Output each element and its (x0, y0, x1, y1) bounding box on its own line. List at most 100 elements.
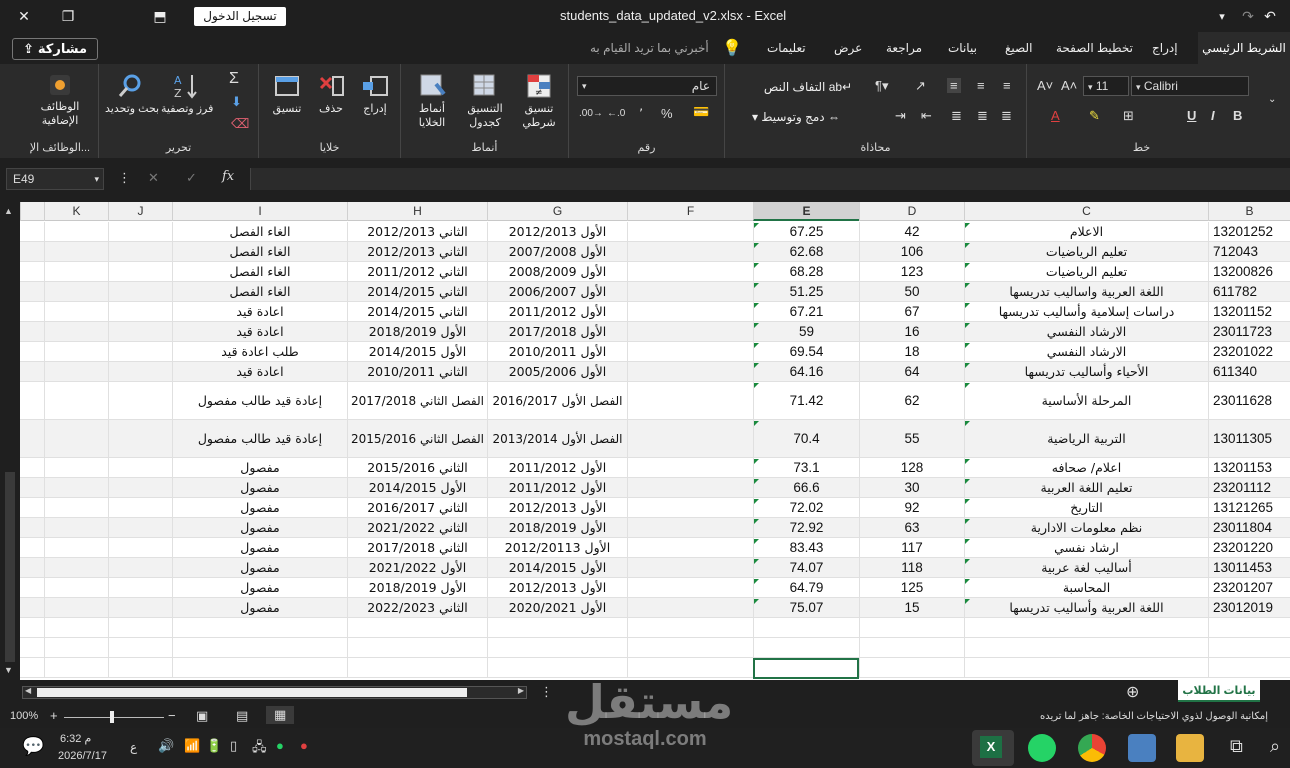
cell-J[interactable] (108, 362, 172, 381)
cell-B[interactable]: 13121265 (1208, 498, 1290, 517)
table-row[interactable]: طلب اعادة قيد الأول 2014/2015 الأول 2010/2… (20, 342, 1290, 362)
cell-G[interactable]: الأول 2014/2015 (487, 558, 627, 577)
zoom-level[interactable]: 100% (10, 710, 38, 722)
cell-D[interactable] (859, 658, 964, 677)
increase-decimal-icon[interactable]: .00→ (579, 108, 603, 119)
qat-customize-icon[interactable]: ▾ (1210, 4, 1234, 28)
error-indicator-icon[interactable] (754, 243, 759, 248)
cell-C[interactable]: ارشاد نفسي (964, 538, 1208, 557)
borders-icon[interactable]: ⊞ (1123, 108, 1134, 124)
underline-button[interactable]: U (1187, 108, 1196, 123)
conditional-formatting-button[interactable]: ≠ تنسيق شرطي (513, 72, 565, 130)
cell-K[interactable] (44, 578, 108, 597)
cell-J[interactable] (108, 618, 172, 637)
error-indicator-icon[interactable] (965, 223, 970, 228)
error-indicator-icon[interactable] (965, 263, 970, 268)
column-header-H[interactable]: H (347, 202, 487, 221)
cell-K[interactable] (44, 518, 108, 537)
cell-K[interactable] (44, 222, 108, 241)
cell-E[interactable]: 75.07 (753, 598, 859, 617)
table-row[interactable]: إعادة قيد طالب مفصول الفصل الثاني 2017/20… (20, 382, 1290, 420)
task-view-icon[interactable]: ⧉ (1230, 736, 1243, 757)
column-header-E[interactable]: E (753, 202, 859, 221)
cell-K[interactable] (44, 282, 108, 301)
format-as-table-button[interactable]: التنسيق كجدول (459, 72, 511, 130)
cell-I[interactable] (172, 658, 347, 677)
cell-I[interactable]: الغاء الفصل (172, 242, 347, 261)
cell-F[interactable] (627, 362, 753, 381)
cell-B[interactable]: 23011628 (1208, 382, 1290, 419)
cell-E[interactable]: 83.43 (753, 538, 859, 557)
ribbon-expand-icon[interactable]: ⌄ (1268, 94, 1276, 105)
cell-H[interactable]: الثاني 2014/2015 (347, 282, 487, 301)
italic-button[interactable]: I (1211, 108, 1215, 123)
more-sheets-icon[interactable]: ⋮ (540, 684, 553, 700)
table-row[interactable]: مفصول الثاني 2021/2022 الأول 2018/2019 72.9… (20, 518, 1290, 538)
font-size-select[interactable]: ▾ 11 (1083, 76, 1129, 96)
cell-J[interactable] (108, 558, 172, 577)
cell-H[interactable]: الثاني 2021/2022 (347, 518, 487, 537)
cell-E[interactable]: 51.25 (753, 282, 859, 301)
cell-D[interactable] (859, 618, 964, 637)
cell-J[interactable] (108, 242, 172, 261)
close-window-button[interactable]: ✕ (4, 4, 44, 28)
column-header-G[interactable]: G (487, 202, 627, 221)
error-indicator-icon[interactable] (754, 479, 759, 484)
cell-G[interactable]: الأول 2011/2012 (487, 478, 627, 497)
cell-C[interactable]: أساليب لغة عربية (964, 558, 1208, 577)
merge-center-button[interactable]: ▾ دمج وتوسيط ⇔ (739, 110, 853, 124)
cell-H[interactable]: الثاني 2010/2011 (347, 362, 487, 381)
table-row[interactable]: مفصول الثاني 2015/2016 الأول 2011/2012 73.1… (20, 458, 1290, 478)
cell-C[interactable]: تعليم اللغة العربية (964, 478, 1208, 497)
increase-indent-icon[interactable]: ⇥ (895, 108, 906, 124)
error-indicator-icon[interactable] (754, 263, 759, 268)
cell-G[interactable]: الأول 2011/2012 (487, 458, 627, 477)
cell-E[interactable] (753, 618, 859, 637)
error-indicator-icon[interactable] (965, 599, 970, 604)
cell-C[interactable]: دراسات إسلامية وأساليب تدريسها (964, 302, 1208, 321)
cell-G[interactable]: الأول 2005/2006 (487, 362, 627, 381)
cell-F[interactable] (627, 478, 753, 497)
cell-I[interactable]: الغاء الفصل (172, 262, 347, 281)
cell-K[interactable] (44, 342, 108, 361)
cell-J[interactable] (108, 518, 172, 537)
cell-D[interactable]: 55 (859, 420, 964, 457)
cell-I[interactable]: اعادة قيد (172, 362, 347, 381)
highlight-color-icon[interactable]: ✎ (1089, 108, 1100, 124)
tab-formulas[interactable]: الصيغ (1005, 41, 1032, 55)
cancel-entry-icon[interactable]: ✕ (148, 170, 159, 186)
file-explorer-taskbar-icon[interactable] (1176, 734, 1204, 762)
cell-F[interactable] (627, 558, 753, 577)
cell-D[interactable]: 63 (859, 518, 964, 537)
cell-H[interactable]: الثاني 2016/2017 (347, 498, 487, 517)
cell-E[interactable]: 64.79 (753, 578, 859, 597)
zoom-in-icon[interactable]: + (50, 708, 58, 723)
sheet-tab-students[interactable]: بيانات الطلاب (1178, 680, 1260, 702)
cell-I[interactable]: مفصول (172, 598, 347, 617)
cell-G[interactable] (487, 638, 627, 657)
tab-home[interactable]: الشريط الرئيسي (1198, 32, 1290, 64)
text-direction-icon[interactable]: ¶▾ (875, 78, 889, 94)
cell-G[interactable]: الأول 2007/2008 (487, 242, 627, 261)
error-indicator-icon[interactable] (754, 539, 759, 544)
align-left-icon[interactable]: ≣ (951, 108, 962, 124)
currency-icon[interactable]: 💳 (693, 104, 709, 120)
cell-K[interactable] (44, 420, 108, 457)
column-header-I[interactable]: I (172, 202, 347, 221)
formula-input[interactable] (250, 168, 1290, 190)
cell-E[interactable]: 64.16 (753, 362, 859, 381)
cell-J[interactable] (108, 578, 172, 597)
percent-style-button[interactable]: % (661, 106, 673, 121)
cell-C[interactable]: نظم معلومات الادارية (964, 518, 1208, 537)
whatsapp-tray-icon[interactable]: ● (276, 738, 284, 753)
cell-E[interactable]: 70.4 (753, 420, 859, 457)
empty-row[interactable] (20, 638, 1290, 658)
font-name-select[interactable]: ▾ Calibri (1131, 76, 1249, 96)
empty-row[interactable] (20, 618, 1290, 638)
cell-H[interactable]: الأول 2018/2019 (347, 578, 487, 597)
error-indicator-icon[interactable] (754, 421, 759, 426)
cell-D[interactable]: 62 (859, 382, 964, 419)
clock-date[interactable]: 2026/7/17 (58, 750, 107, 762)
page-break-view-icon[interactable]: ▣ (196, 708, 208, 724)
table-row[interactable]: مفصول الأول 2018/2019 الأول 2012/2013 64.79… (20, 578, 1290, 598)
